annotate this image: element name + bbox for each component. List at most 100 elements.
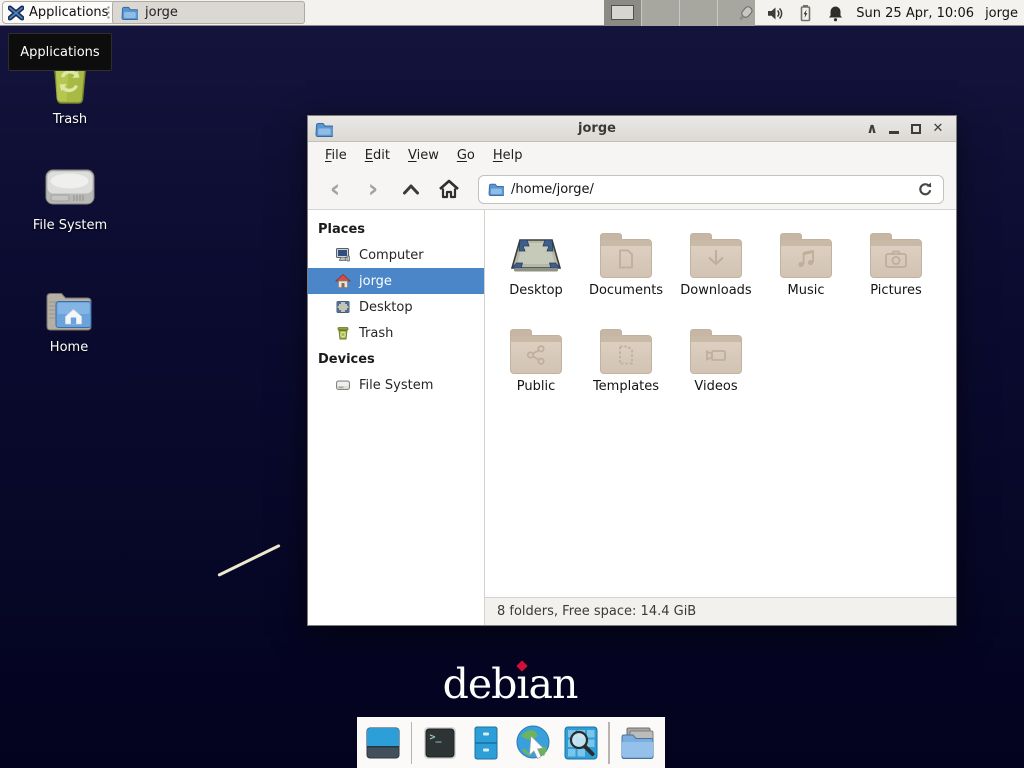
file-view-panel: Desktop Documents Downloads <box>485 210 956 625</box>
path-input[interactable]: /home/jorge/ <box>511 182 910 197</box>
file-music[interactable]: Music <box>761 220 851 316</box>
forward-button[interactable]: › <box>358 174 388 204</box>
maximize-icon <box>911 124 921 134</box>
xfce-logo-icon <box>8 5 24 21</box>
desktop-icon-label: File System <box>33 218 107 233</box>
file-downloads[interactable]: Downloads <box>671 220 761 316</box>
desktop-folder-icon <box>508 220 564 278</box>
menu-edit[interactable]: Edit <box>356 145 399 166</box>
workspace-window-miniature <box>611 5 634 20</box>
file-manager-launcher[interactable] <box>467 723 506 763</box>
desktop-icon-file-system[interactable]: File System <box>9 164 131 233</box>
top-panel: Applications jorge <box>0 0 1024 26</box>
menu-help[interactable]: Help <box>484 145 532 166</box>
menubar: File Edit View Go Help <box>308 142 956 169</box>
file-label: Music <box>788 283 825 298</box>
panel-clock[interactable]: Sun 25 Apr, 10:06 <box>856 6 974 21</box>
show-desktop-button[interactable] <box>364 723 403 763</box>
window-titlebar[interactable]: jorge ∧ ✕ <box>308 116 956 142</box>
file-label: Videos <box>694 379 737 394</box>
menu-file[interactable]: File <box>316 145 356 166</box>
applications-tooltip: Applications <box>8 33 112 71</box>
forward-icon: › <box>368 179 378 199</box>
minimize-button[interactable] <box>883 119 905 139</box>
window-folder-icon <box>315 121 333 137</box>
sidebar-item-computer[interactable]: Computer <box>308 242 484 268</box>
menu-view[interactable]: View <box>399 145 448 166</box>
workspace-2[interactable] <box>642 0 680 26</box>
home-icon <box>438 179 460 199</box>
file-label: Desktop <box>509 283 563 298</box>
file-public[interactable]: Public <box>491 316 581 412</box>
terminal-launcher[interactable]: >_ <box>420 723 459 763</box>
dock-separator <box>608 722 610 764</box>
notifications-bell-icon[interactable] <box>826 4 845 23</box>
reload-icon <box>917 181 934 198</box>
wallpaper-line-artifact <box>217 544 280 577</box>
videos-folder-icon <box>690 335 742 374</box>
file-label: Public <box>517 379 555 394</box>
workspace-3[interactable] <box>680 0 718 26</box>
home-button[interactable] <box>434 174 464 204</box>
applications-menu-button[interactable]: Applications <box>2 1 117 24</box>
file-videos[interactable]: Videos <box>671 316 761 412</box>
sidebar-item-file-system[interactable]: File System <box>308 372 484 398</box>
up-button[interactable] <box>396 174 426 204</box>
desktop-icon <box>335 299 351 315</box>
file-templates[interactable]: Templates <box>581 316 671 412</box>
mouse-device-icon[interactable] <box>736 4 755 23</box>
application-finder-icon <box>562 724 600 762</box>
drive-icon <box>335 377 351 393</box>
up-icon <box>401 181 421 197</box>
desktop-icon-label: Home <box>50 340 88 355</box>
reload-button[interactable] <box>917 181 934 198</box>
back-icon: ‹ <box>330 179 340 199</box>
web-browser-launcher[interactable] <box>514 723 554 763</box>
folder-launcher[interactable] <box>618 723 658 763</box>
downloads-folder-icon <box>690 239 742 278</box>
debian-logo: debıan <box>400 660 620 708</box>
volume-icon[interactable] <box>766 4 785 23</box>
menu-go[interactable]: Go <box>448 145 484 166</box>
application-finder-launcher[interactable] <box>562 723 601 763</box>
computer-icon <box>335 247 351 263</box>
dock-separator <box>411 722 413 764</box>
path-bar[interactable]: /home/jorge/ <box>478 175 944 204</box>
file-label: Pictures <box>870 283 921 298</box>
battery-icon[interactable] <box>796 4 815 23</box>
sidebar-item-label: File System <box>359 378 433 393</box>
file-label: Documents <box>589 283 663 298</box>
show-desktop-icon <box>364 724 402 762</box>
sidebar-item-desktop[interactable]: Desktop <box>308 294 484 320</box>
documents-folder-icon <box>600 239 652 278</box>
sidebar-item-trash[interactable]: Trash <box>308 320 484 346</box>
taskbar-window-button[interactable]: jorge <box>112 1 305 24</box>
minimize-icon <box>889 131 899 134</box>
web-browser-globe-icon <box>514 723 554 763</box>
public-folder-icon <box>510 335 562 374</box>
pictures-folder-icon <box>870 239 922 278</box>
back-button[interactable]: ‹ <box>320 174 350 204</box>
statusbar: 8 folders, Free space: 14.4 GiB <box>485 597 956 625</box>
maximize-button[interactable] <box>905 119 927 139</box>
desktop-icon-home[interactable]: Home <box>8 286 130 355</box>
hard-drive-icon <box>44 164 96 212</box>
file-pictures[interactable]: Pictures <box>851 220 941 316</box>
close-button[interactable]: ✕ <box>927 119 949 139</box>
workspace-1[interactable] <box>604 0 642 26</box>
sidebar-item-jorge[interactable]: jorge <box>308 268 484 294</box>
file-view[interactable]: Desktop Documents Downloads <box>485 210 956 597</box>
workspace-pager[interactable] <box>604 0 755 26</box>
statusbar-text: 8 folders, Free space: 14.4 GiB <box>497 604 696 619</box>
shade-button[interactable]: ∧ <box>861 119 883 139</box>
terminal-prompt-glyph: >_ <box>429 732 441 743</box>
home-icon <box>335 273 351 289</box>
debian-logo-text: deb <box>443 660 517 708</box>
window-body: Places Computer <box>308 210 956 625</box>
panel-tray: Sun 25 Apr, 10:06 jorge <box>736 0 1018 26</box>
panel-username[interactable]: jorge <box>985 6 1018 21</box>
folder-icon <box>121 5 138 20</box>
file-documents[interactable]: Documents <box>581 220 671 316</box>
file-desktop[interactable]: Desktop <box>491 220 581 316</box>
sidebar: Places Computer <box>308 210 485 625</box>
